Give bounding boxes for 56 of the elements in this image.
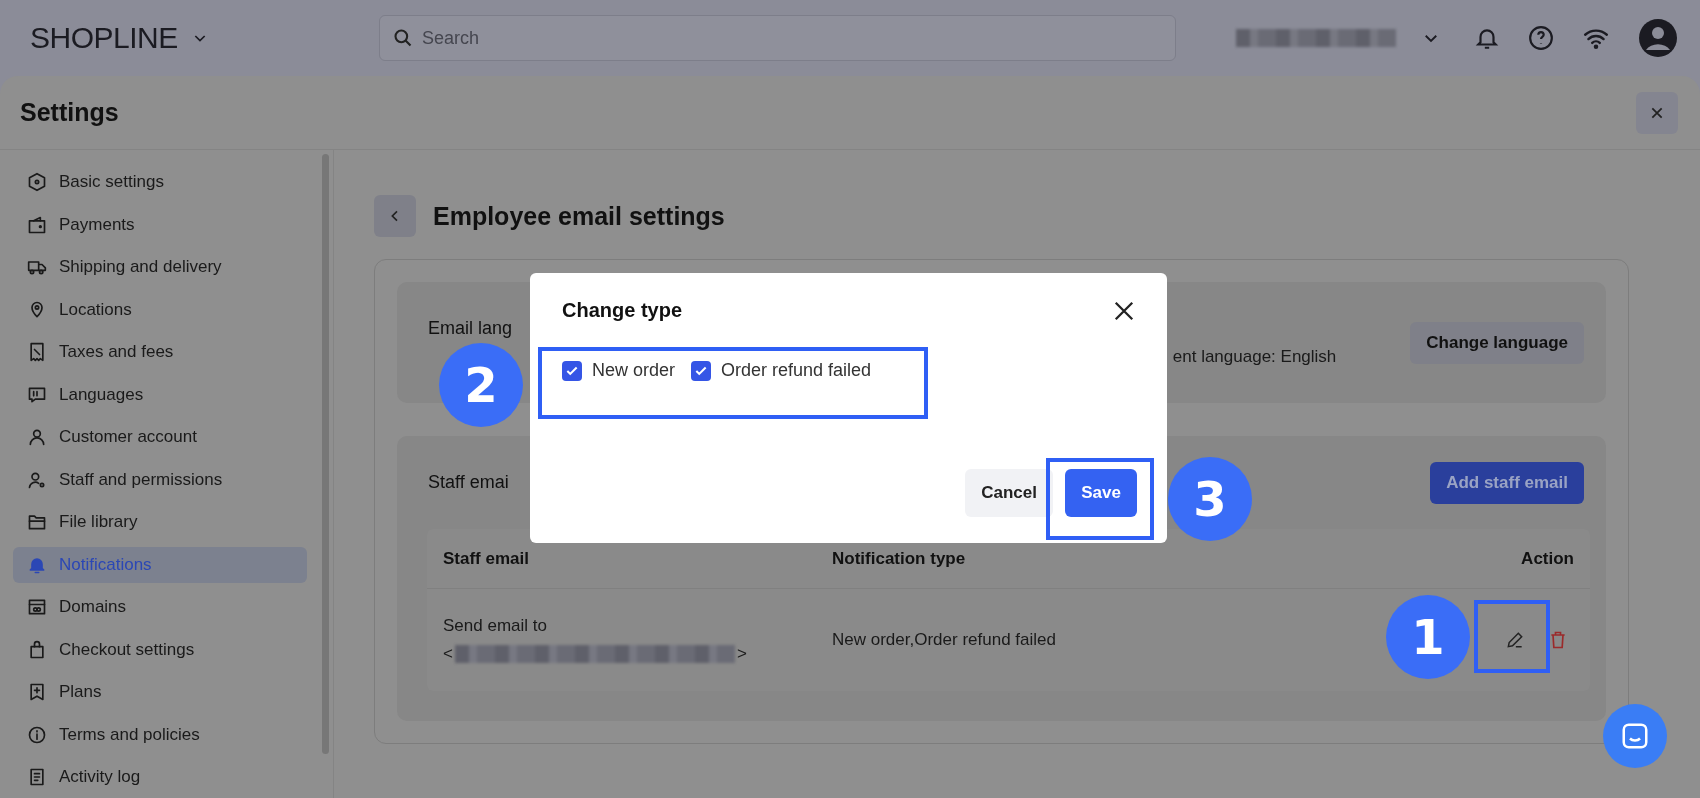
checkbox[interactable] xyxy=(562,360,582,381)
sidebar-item[interactable]: File library xyxy=(13,504,307,540)
page-title: Employee email settings xyxy=(433,201,725,231)
sidebar-item[interactable]: Basic settings xyxy=(13,164,307,200)
table-cell: > xyxy=(736,644,747,664)
checkbox[interactable] xyxy=(691,360,712,381)
browser-icon xyxy=(27,597,47,617)
table-cell: Send email to xyxy=(443,616,547,635)
sidebar-item[interactable]: Taxes and fees xyxy=(13,334,307,370)
bookmark-plus-icon xyxy=(27,682,47,702)
bag-icon xyxy=(27,639,47,660)
receipt-icon xyxy=(27,342,47,362)
sidebar-item[interactable]: Plans xyxy=(13,674,307,710)
checkbox-label: Order refund failed xyxy=(721,360,872,381)
sidebar-item[interactable]: Payments xyxy=(13,206,307,243)
cancel-button[interactable]: Cancel xyxy=(965,469,1053,517)
column-header: Notification type xyxy=(832,548,967,569)
add-staff-email-button[interactable]: Add staff email xyxy=(1430,461,1584,504)
close-button[interactable] xyxy=(1636,91,1678,134)
sidebar-item[interactable]: Checkout settings xyxy=(13,631,307,668)
card-description: ent language: English xyxy=(1172,346,1337,367)
scrollbar[interactable] xyxy=(322,154,329,754)
close-icon xyxy=(1650,105,1664,120)
column-header: Staff email xyxy=(443,548,530,569)
document-icon xyxy=(27,767,47,787)
column-header: Action xyxy=(1520,548,1574,569)
save-button[interactable]: Save xyxy=(1065,469,1137,517)
sidebar-item[interactable]: Domains xyxy=(13,589,307,625)
folder-icon xyxy=(27,512,47,532)
card-heading: Staff emai xyxy=(428,472,509,493)
info-icon xyxy=(27,724,47,745)
settings-title: Settings xyxy=(20,98,119,127)
help-icon[interactable] xyxy=(1528,25,1554,51)
dialog-title: Change type xyxy=(562,299,683,322)
user-icon xyxy=(27,427,47,447)
hexagon-icon xyxy=(27,172,47,192)
checkbox-label: New order xyxy=(592,360,676,381)
sidebar-item[interactable]: Staff and permissions xyxy=(13,461,307,498)
change-language-button[interactable]: Change language xyxy=(1410,321,1584,364)
close-icon[interactable] xyxy=(1113,299,1135,322)
sidebar-item[interactable]: Shipping and delivery xyxy=(13,249,307,285)
sidebar-item[interactable]: Activity log xyxy=(13,759,307,795)
wallet-icon xyxy=(27,214,47,235)
edit-icon[interactable] xyxy=(1505,630,1525,650)
table-cell: < xyxy=(443,644,453,664)
card-heading: Email lang xyxy=(428,318,513,339)
chat-icon xyxy=(1620,721,1650,751)
search-icon xyxy=(393,28,413,48)
logo: SHOPLINE xyxy=(30,21,178,55)
sidebar-item[interactable]: Languages xyxy=(13,376,307,413)
sidebar-item[interactable]: Locations xyxy=(13,291,307,328)
search-field[interactable]: Search xyxy=(379,15,1176,61)
avatar-icon[interactable] xyxy=(1638,18,1678,58)
table-cell-text: New order,Order refund failed xyxy=(832,630,1057,650)
sidebar-item[interactable]: Terms and policies xyxy=(13,716,307,753)
sidebar-item[interactable]: Customer account xyxy=(13,419,307,455)
